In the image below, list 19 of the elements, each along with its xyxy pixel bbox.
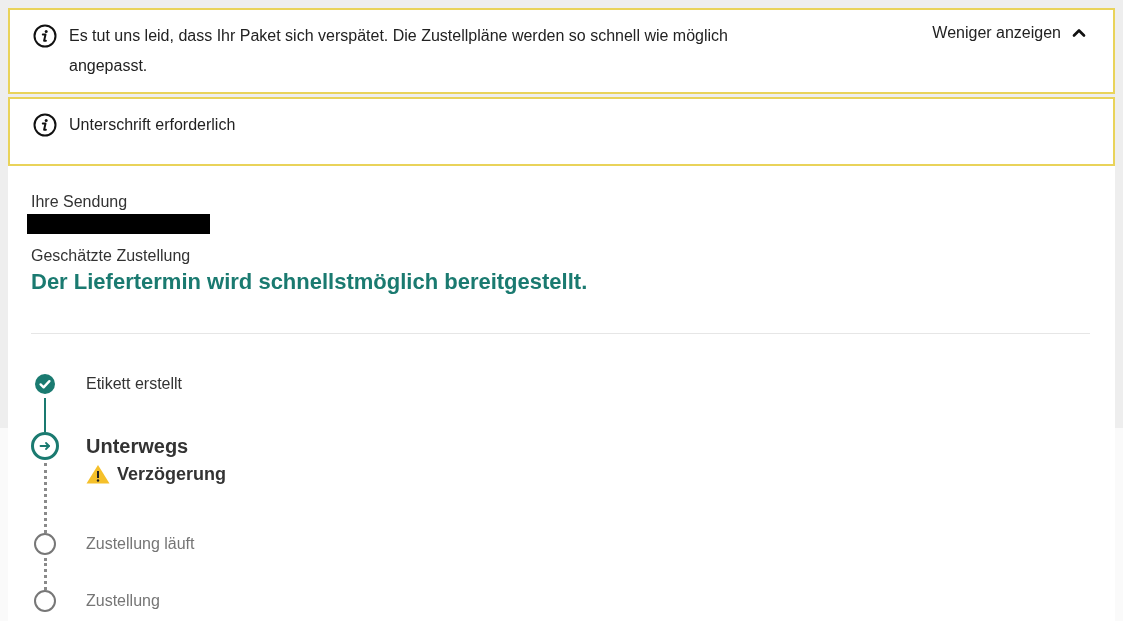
alert-message: Es tut uns leid, dass Ihr Paket sich verspätet. Die Zustellpläne werden so schnell wie möglich angepasst. [69,26,729,76]
step-label: Zustellung [86,591,160,611]
info-icon [33,24,57,48]
step-label: Etikett erstellt [86,374,183,394]
arrow-circle-icon [31,432,59,460]
warning-icon [86,464,110,484]
warning-label: Verzögerung [117,463,227,486]
show-less-button[interactable]: Weniger anzeigen [932,21,1089,45]
empty-circle-icon [34,533,56,555]
delivery-label: Geschätzte Zustellung [31,246,191,266]
info-icon [33,113,57,137]
step-label: Unterwegs [86,434,190,459]
alert-message: Unterschrift erforderlich [69,115,237,135]
step-label: Zustellung läuft [86,534,195,554]
shipment-label: Ihre Sendung [31,192,128,212]
empty-circle-icon [34,590,56,612]
delivery-estimate: Der Liefertermin wird schnellstmöglich bereitgestellt. [31,268,588,296]
timeline-connector [44,398,46,432]
check-circle-icon [35,374,55,394]
